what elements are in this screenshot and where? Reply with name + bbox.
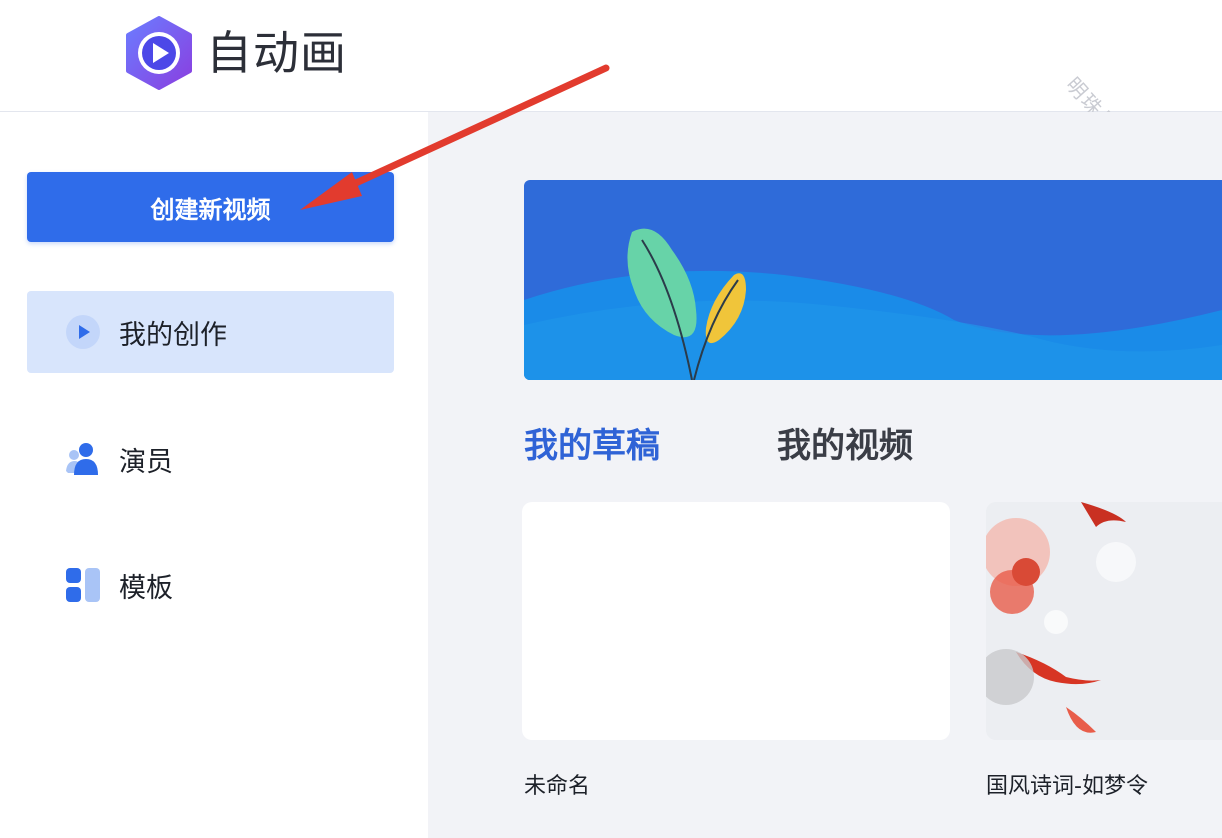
template-grid-icon	[66, 568, 100, 602]
main-content: 我的草稿 我的视频 未命名 国风诗词-如梦令	[428, 112, 1222, 838]
tab-my-drafts[interactable]: 我的草稿	[524, 418, 660, 467]
banner-image	[524, 180, 1222, 380]
app-root: 自动画 明珠号 创建新视频 我的创作 演员 模板 我的草稿 我的视频 未命名 国…	[0, 0, 1222, 838]
sidebar-item-label: 我的创作	[119, 319, 227, 351]
sidebar-item-label: 模板	[119, 572, 173, 604]
card-title-untitled[interactable]: 未命名	[524, 768, 590, 800]
card-title-poem[interactable]: 国风诗词-如梦令	[986, 768, 1148, 800]
create-new-video-button[interactable]: 创建新视频	[27, 172, 394, 242]
user-icon	[66, 443, 98, 475]
draft-card-untitled[interactable]	[522, 502, 950, 740]
draft-card-thumbnail[interactable]	[986, 502, 1222, 740]
top-header: 自动画 明珠号	[0, 0, 1222, 138]
app-name: 自动画	[206, 26, 347, 80]
sidebar-item-my-creations[interactable]: 我的创作	[27, 291, 394, 373]
sidebar-item-label: 演员	[119, 446, 173, 478]
play-logo-icon[interactable]	[124, 16, 194, 90]
sidebar: 创建新视频 我的创作 演员 模板	[0, 112, 428, 838]
play-circle-icon	[66, 315, 100, 349]
sidebar-item-templates[interactable]: 模板	[27, 544, 394, 626]
sidebar-item-actors[interactable]: 演员	[27, 418, 394, 500]
tab-my-videos[interactable]: 我的视频	[777, 418, 913, 467]
